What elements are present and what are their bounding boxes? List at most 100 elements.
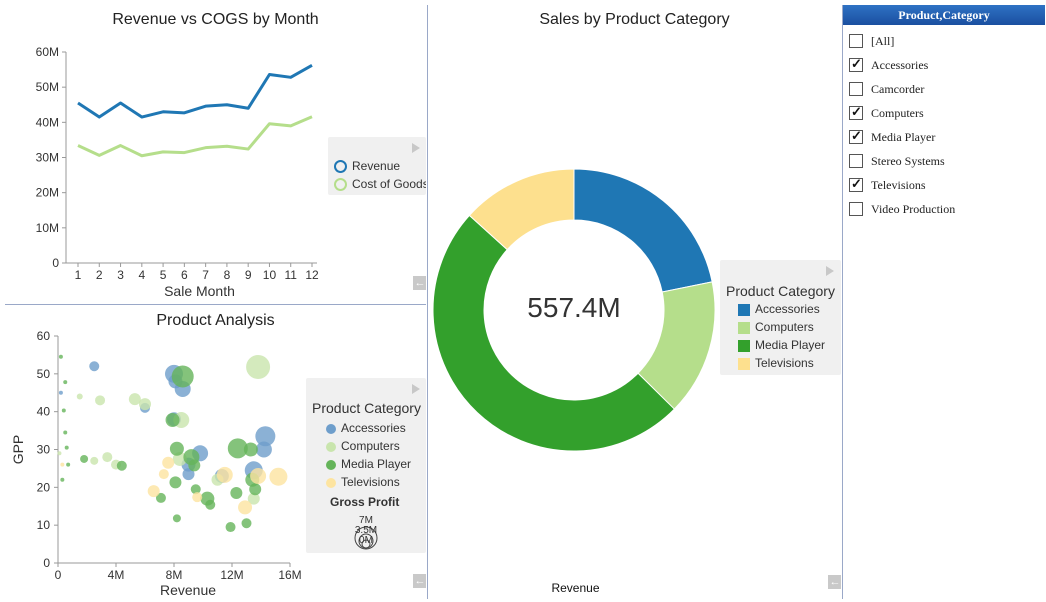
scatter-point-media-player[interactable] [230, 487, 243, 500]
scatter-point-televisions[interactable] [238, 500, 253, 515]
line-y-tick-label: 10M [36, 221, 59, 235]
scatter-point-computers[interactable] [76, 393, 83, 400]
donut-slice-media-player[interactable] [432, 214, 676, 452]
filter-checkbox[interactable] [849, 34, 863, 49]
scatter-point-computers[interactable] [139, 398, 151, 411]
scatter-point-computers[interactable] [57, 451, 62, 456]
line-x-tick-label: 10 [263, 268, 277, 282]
scatter-point-media-player[interactable] [171, 365, 194, 388]
filter-item-accessories[interactable]: ✓ Accessories [849, 56, 929, 77]
filter-item-televisions[interactable]: ✓ Televisions [849, 176, 926, 197]
scatter-point-televisions[interactable] [269, 467, 288, 486]
scatter-point-media-player[interactable] [188, 459, 201, 472]
scatter-point-media-player[interactable] [172, 514, 181, 523]
scatter-point-media-player[interactable] [241, 518, 252, 529]
legend-item-revenue[interactable]: Revenue [334, 159, 400, 174]
line-x-tick-label: 9 [245, 268, 252, 282]
scatter-point-media-player[interactable] [116, 460, 127, 471]
line-y-tick-label: 0 [52, 256, 59, 270]
scatter-point-televisions[interactable] [158, 469, 169, 480]
filter-checkbox[interactable]: ✓ [849, 56, 863, 73]
scatter-y-tick-label: 20 [37, 480, 51, 494]
filter-checkbox[interactable] [849, 154, 863, 169]
filter-item-video-production[interactable]: Video Production [849, 201, 955, 221]
size-legend-label-min: 0M [359, 535, 373, 546]
filter-item-camcorder[interactable]: Camcorder [849, 81, 924, 101]
filter-item-all[interactable]: [All] [849, 33, 894, 53]
expand-triangle-icon[interactable] [412, 143, 420, 153]
line-x-tick-label: 6 [181, 268, 188, 282]
line-chart-panel: Revenue vs COGS by Month 0 10M 20M 30M 40M 50… [5, 5, 426, 303]
scatter-point-media-player[interactable] [66, 462, 71, 467]
line-series-cost-of-goods[interactable] [77, 115, 313, 158]
filter-checkbox[interactable] [849, 202, 863, 217]
panel-divider-horizontal [5, 304, 426, 305]
legend-item-cogs[interactable]: Cost of Goods [334, 177, 426, 192]
filter-item-stereo-systems[interactable]: Stereo Systems [849, 153, 945, 173]
scatter-point-media-player[interactable] [169, 476, 182, 489]
scatter-point-media-player[interactable] [58, 354, 63, 359]
donut-legend-computers[interactable]: Computers [738, 320, 814, 334]
scatter-point-televisions[interactable] [250, 467, 267, 484]
scatter-point-computers[interactable] [95, 395, 106, 406]
scatter-point-accessories[interactable] [58, 390, 63, 395]
scatter-point-media-player[interactable] [63, 380, 68, 385]
scatter-point-televisions[interactable] [147, 485, 160, 498]
donut-legend-accessories[interactable]: Accessories [738, 302, 820, 316]
back-arrow-icon[interactable]: ← [828, 575, 841, 589]
donut-legend: Product Category Accessories Computers M… [720, 260, 841, 375]
scatter-point-accessories[interactable] [255, 441, 272, 458]
scatter-point-media-player[interactable] [61, 408, 66, 413]
scatter-x-tick-label: 8M [166, 568, 183, 582]
filter-checkbox[interactable]: ✓ [849, 104, 863, 121]
donut-legend-media-player-label: Media Player [755, 338, 826, 352]
scatter-y-tick-label: 30 [37, 443, 51, 457]
filter-checkbox[interactable] [849, 82, 863, 97]
filter-header: Product,Category [843, 5, 1045, 25]
scatter-point-televisions[interactable] [162, 456, 175, 469]
scatter-point-accessories[interactable] [89, 361, 100, 372]
filter-item-computers[interactable]: ✓ Computers [849, 104, 924, 125]
line-y-tick-label: 30M [36, 151, 59, 165]
donut-slice-accessories[interactable] [573, 168, 713, 293]
scatter-point-media-player[interactable] [63, 430, 68, 435]
scatter-point-media-player[interactable] [60, 477, 65, 482]
check-icon: ✓ [851, 104, 862, 120]
scatter-point-media-player[interactable] [243, 442, 258, 457]
check-icon: ✓ [851, 176, 862, 192]
scatter-point-computers[interactable] [102, 452, 113, 463]
back-arrow-icon[interactable]: ← [413, 574, 426, 588]
donut-chart-panel: Sales by Product Category 557.4M Revenue… [428, 5, 841, 599]
scatter-y-axis-label: GPP [10, 435, 26, 465]
donut-center-label: 557.4M [527, 292, 621, 323]
scatter-point-televisions[interactable] [216, 466, 233, 483]
scatter-point-media-player[interactable] [80, 454, 89, 463]
line-series-revenue[interactable] [77, 64, 313, 119]
scatter-point-computers[interactable] [246, 355, 271, 380]
filter-item-label: Camcorder [871, 81, 925, 96]
back-arrow-icon[interactable]: ← [413, 276, 426, 290]
scatter-point-computers[interactable] [90, 456, 99, 465]
donut-legend-televisions[interactable]: Televisions [738, 356, 814, 370]
scatter-x-tick-label: 16M [278, 568, 301, 582]
filter-item-media-player[interactable]: ✓ Media Player [849, 128, 935, 149]
filter-checkbox[interactable]: ✓ [849, 128, 863, 145]
size-legend: 7M 3.5M 0M [354, 515, 378, 550]
donut-legend-media-player[interactable]: Media Player [738, 338, 825, 352]
filter-item-label: Accessories [871, 57, 929, 72]
expand-triangle-icon[interactable] [826, 266, 834, 276]
scatter-point-media-player[interactable] [169, 441, 184, 456]
line-y-tick-label: 20M [36, 186, 59, 200]
scatter-point-media-player[interactable] [225, 522, 236, 533]
panel-divider-vertical [427, 5, 428, 599]
filter-checkbox[interactable]: ✓ [849, 176, 863, 193]
scatter-point-media-player[interactable] [165, 412, 180, 427]
filter-item-label: [All] [871, 33, 895, 48]
scatter-x-tick-label: 0 [55, 568, 62, 582]
scatter-chart-panel: Product Analysis 0 10 20 30 40 50 60 0 4M 8M 12M 16… [5, 306, 426, 599]
scatter-y-tick-label: 40 [37, 405, 51, 419]
scatter-point-televisions[interactable] [192, 492, 203, 503]
scatter-point-media-player[interactable] [64, 445, 69, 450]
scatter-point-televisions[interactable] [60, 462, 65, 467]
scatter-point-media-player[interactable] [205, 499, 216, 510]
